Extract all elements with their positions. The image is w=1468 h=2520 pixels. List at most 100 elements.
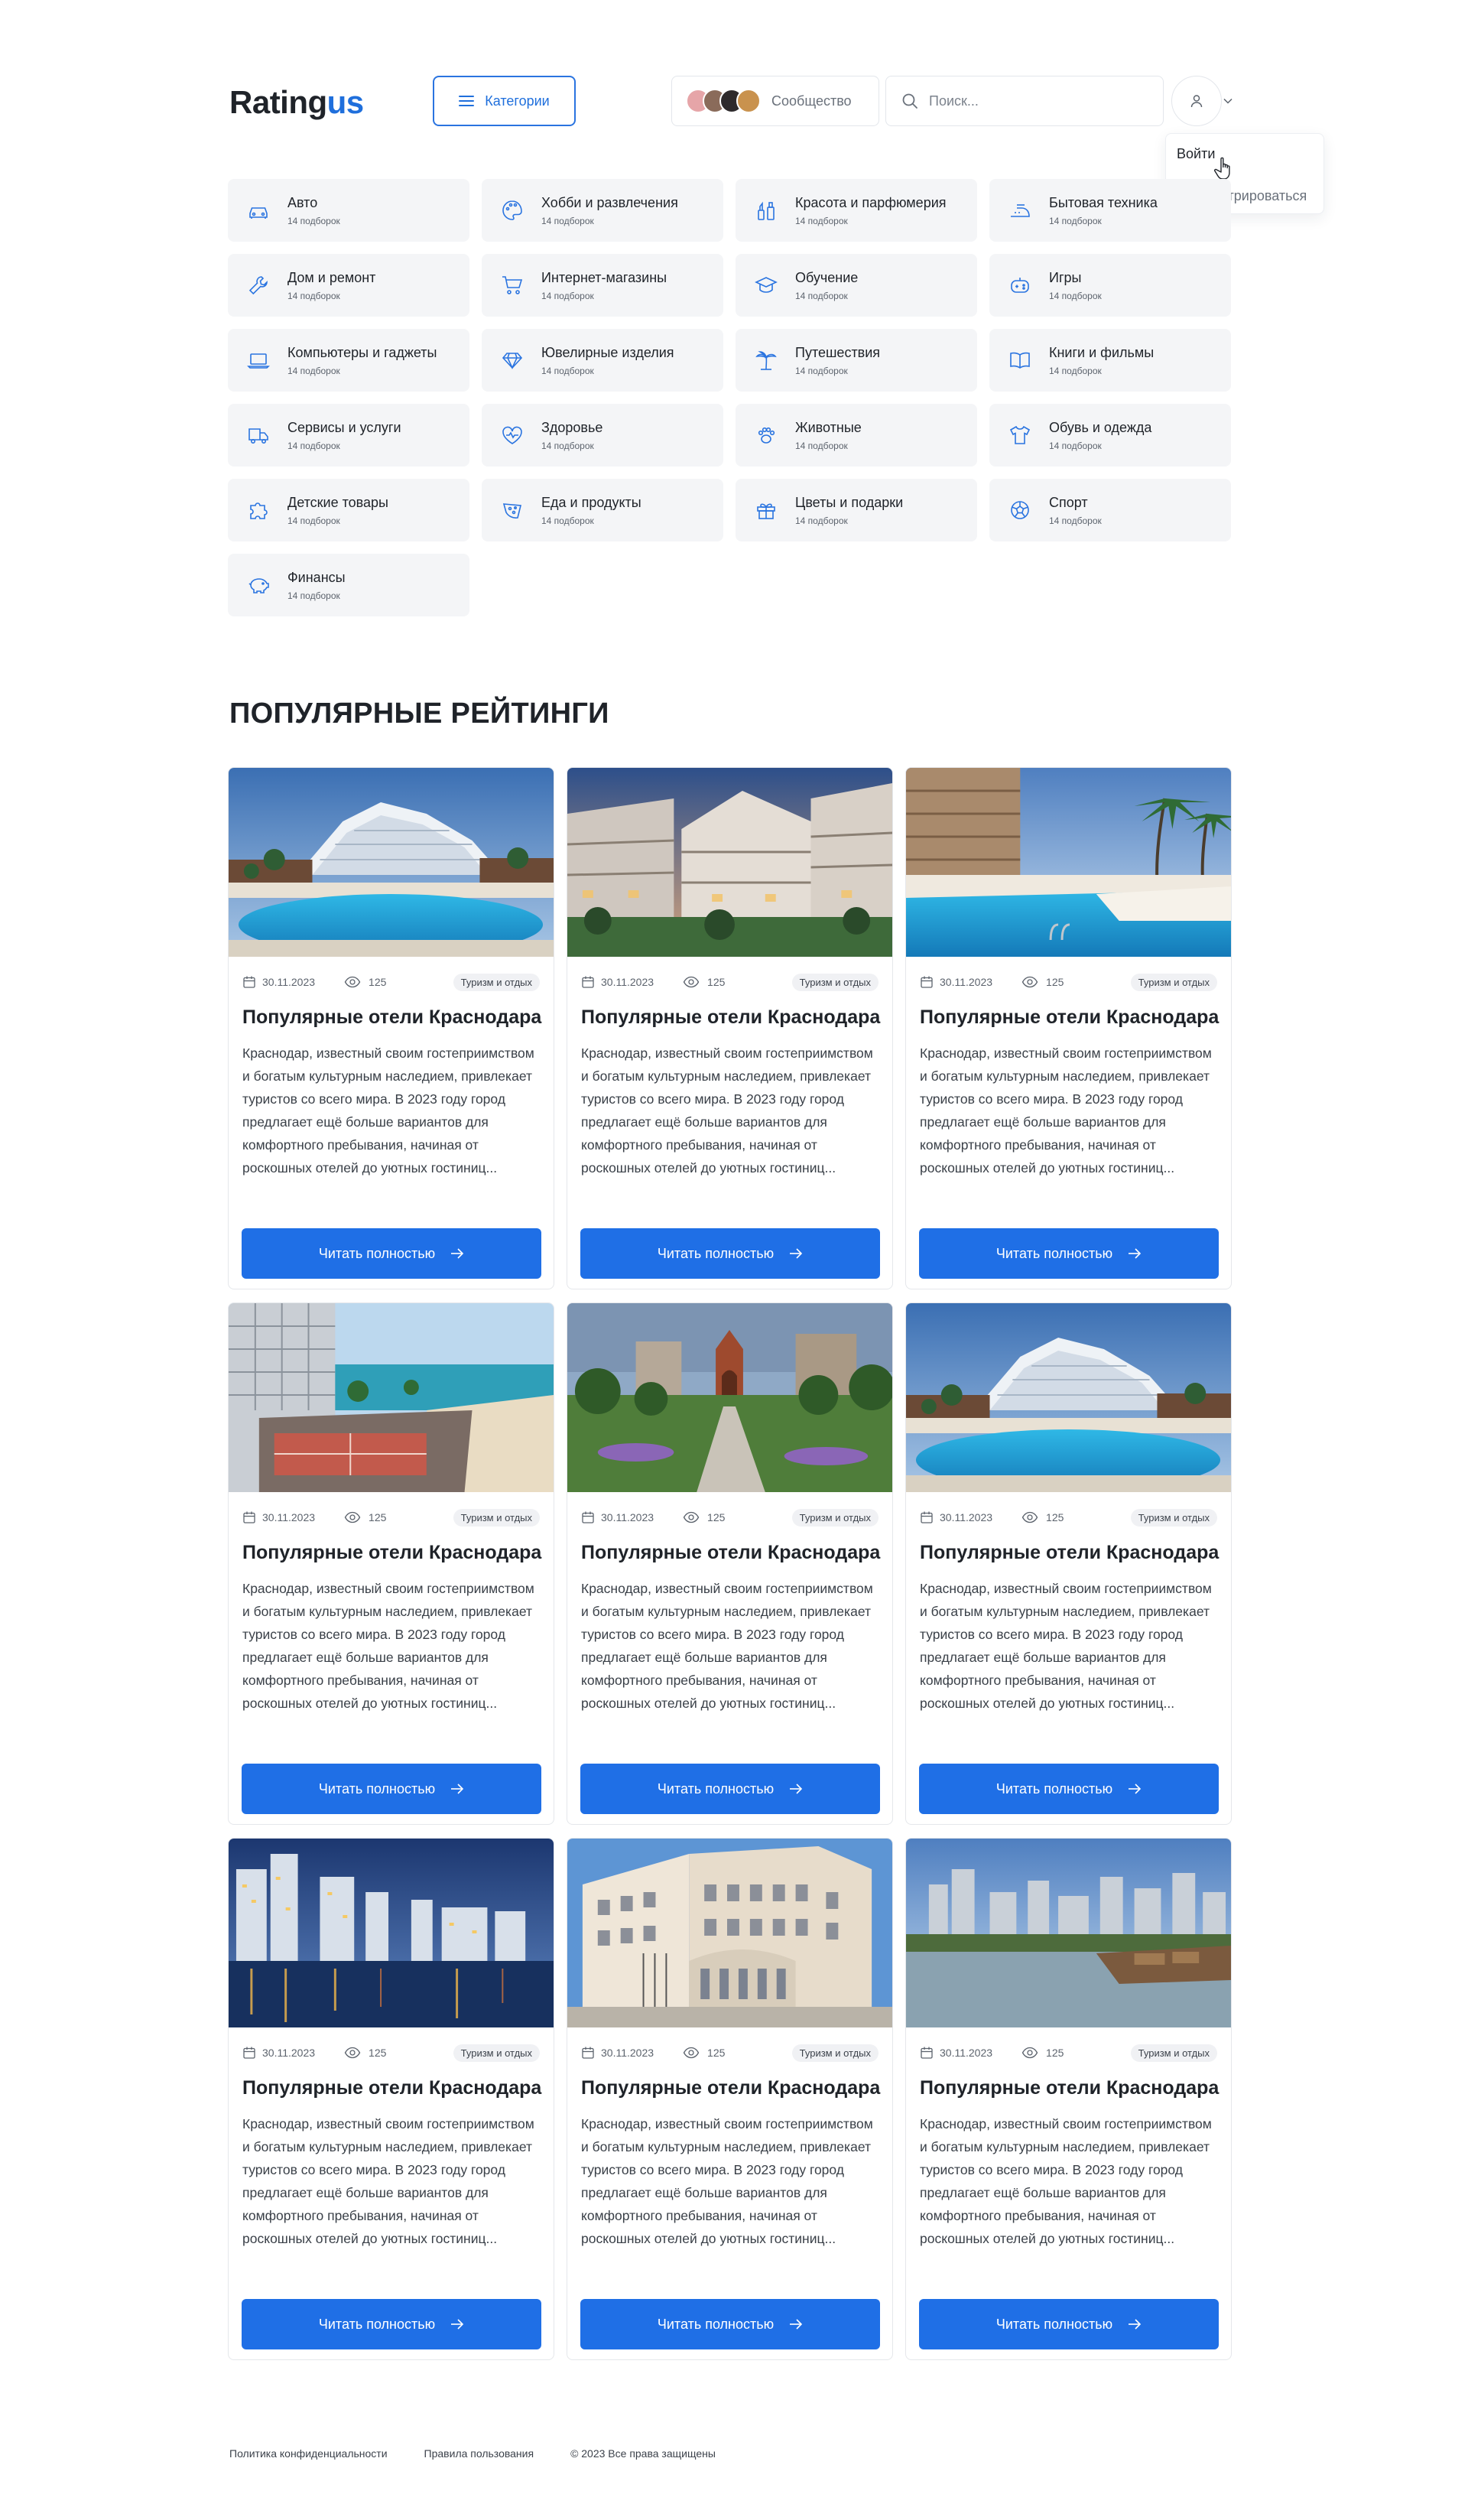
- card-tag[interactable]: Туризм и отдых: [1130, 973, 1217, 991]
- category-tile-kids[interactable]: Детские товары 14 подборок: [228, 479, 469, 541]
- card-image[interactable]: [567, 1303, 892, 1492]
- category-label: Путешествия: [795, 344, 881, 360]
- category-tile-health[interactable]: Здоровье 14 подборок: [482, 404, 723, 467]
- category-tile-services[interactable]: Сервисы и услуги 14 подборок: [228, 404, 469, 467]
- card-excerpt: Краснодар, известный своим гостеприимств…: [920, 2116, 1212, 2246]
- community-button[interactable]: Сообщество: [671, 76, 879, 126]
- category-tile-jewelry[interactable]: Ювелирные изделия 14 подборок: [482, 329, 723, 392]
- category-tile-animals[interactable]: Животные 14 подборок: [736, 404, 977, 467]
- card-title[interactable]: Популярные отели Краснодара: [920, 1006, 1222, 1029]
- piggy-bank-icon: [245, 571, 272, 599]
- category-tile-books[interactable]: Книги и фильмы 14 подборок: [989, 329, 1231, 392]
- read-more-button[interactable]: Читать полностью: [242, 2299, 541, 2349]
- calendar-icon: [921, 976, 933, 988]
- menu-icon: [459, 96, 475, 106]
- login-link[interactable]: Войти: [1177, 146, 1313, 162]
- category-tile-gifts[interactable]: Цветы и подарки 14 подборок: [736, 479, 977, 541]
- search-box[interactable]: [885, 76, 1164, 126]
- category-count: 14 подборок: [795, 365, 848, 376]
- categories-button[interactable]: Категории: [433, 76, 576, 126]
- category-tile-appliances[interactable]: Бытовая техника 14 подборок: [989, 179, 1231, 242]
- truck-icon: [245, 421, 272, 449]
- card-image[interactable]: [906, 1303, 1231, 1492]
- card-image[interactable]: [229, 768, 554, 957]
- read-more-label: Читать полностью: [657, 1245, 775, 1261]
- category-label: Животные: [795, 419, 862, 435]
- category-label: Книги и фильмы: [1049, 344, 1155, 360]
- category-tile-food[interactable]: Еда и продукты 14 подборок: [482, 479, 723, 541]
- card-title[interactable]: Популярные отели Краснодара: [920, 2077, 1222, 2099]
- card-tag[interactable]: Туризм и отдых: [791, 2044, 879, 2062]
- card-tag[interactable]: Туризм и отдых: [1130, 2044, 1217, 2062]
- read-more-label: Читать полностью: [318, 2316, 436, 2332]
- eye-icon: [683, 2047, 700, 2059]
- category-tile-hobby[interactable]: Хобби и развлечения 14 подборок: [482, 179, 723, 242]
- card-date: 30.11.2023: [262, 2047, 316, 2059]
- card-tag[interactable]: Туризм и отдых: [453, 973, 540, 991]
- category-tile-home[interactable]: Дом и ремонт 14 подборок: [228, 254, 469, 317]
- card-tag[interactable]: Туризм и отдых: [453, 1508, 540, 1527]
- category-tile-travel[interactable]: Путешествия 14 подборок: [736, 329, 977, 392]
- category-tile-eshops[interactable]: Интернет-магазины 14 подборок: [482, 254, 723, 317]
- card-views: 125: [369, 2047, 387, 2059]
- rating-card: 30.11.2023 125 Туризм и отдых Популярные…: [567, 1302, 893, 1825]
- card-image[interactable]: [229, 1303, 554, 1492]
- card-title[interactable]: Популярные отели Краснодара: [242, 1006, 544, 1029]
- user-account-button[interactable]: [1171, 76, 1222, 126]
- user-icon: [1190, 95, 1203, 108]
- card-tag[interactable]: Туризм и отдых: [791, 973, 879, 991]
- category-label: Еда и продукты: [541, 494, 641, 510]
- palette-icon: [499, 197, 526, 224]
- category-tile-clothes[interactable]: Обувь и одежда 14 подборок: [989, 404, 1231, 467]
- card-title[interactable]: Популярные отели Краснодара: [581, 2077, 883, 2099]
- card-meta: 30.11.2023 125 Туризм и отдых: [242, 973, 540, 991]
- card-image[interactable]: [906, 768, 1231, 957]
- read-more-button[interactable]: Читать полностью: [919, 1228, 1219, 1279]
- category-tile-beauty[interactable]: Красота и парфюмерия 14 подборок: [736, 179, 977, 242]
- read-more-button[interactable]: Читать полностью: [242, 1764, 541, 1814]
- privacy-policy-link[interactable]: Политика конфиденциальности: [229, 2447, 388, 2460]
- card-image[interactable]: [567, 1839, 892, 2027]
- category-tile-education[interactable]: Обучение 14 подборок: [736, 254, 977, 317]
- card-image[interactable]: [567, 768, 892, 957]
- category-label: Цветы и подарки: [795, 494, 904, 510]
- category-tile-finance[interactable]: Финансы 14 подборок: [228, 554, 469, 616]
- section-title: ПОПУЛЯРНЫЕ РЕЙТИНГИ: [229, 697, 609, 730]
- search-input[interactable]: [929, 93, 1143, 109]
- read-more-button[interactable]: Читать полностью: [919, 2299, 1219, 2349]
- community-avatars: [686, 89, 761, 113]
- category-label: Обучение: [795, 269, 859, 285]
- read-more-button[interactable]: Читать полностью: [580, 1764, 880, 1814]
- wrench-icon: [245, 272, 272, 299]
- card-title[interactable]: Популярные отели Краснодара: [581, 1542, 883, 1564]
- card-title[interactable]: Популярные отели Краснодара: [242, 1542, 544, 1564]
- category-tile-auto[interactable]: Авто 14 подборок: [228, 179, 469, 242]
- card-title[interactable]: Популярные отели Краснодара: [242, 2077, 544, 2099]
- gift-icon: [752, 496, 780, 524]
- category-tile-games[interactable]: Игры 14 подборок: [989, 254, 1231, 317]
- card-tag[interactable]: Туризм и отдых: [791, 1508, 879, 1527]
- card-image[interactable]: [906, 1839, 1231, 2027]
- card-image[interactable]: [229, 1839, 554, 2027]
- read-more-button[interactable]: Читать полностью: [580, 1228, 880, 1279]
- card-meta: 30.11.2023 125 Туризм и отдых: [242, 2044, 540, 2062]
- card-date: 30.11.2023: [601, 1511, 654, 1523]
- read-more-button[interactable]: Читать полностью: [919, 1764, 1219, 1814]
- card-excerpt: Краснодар, известный своим гостеприимств…: [581, 1045, 873, 1175]
- card-title[interactable]: Популярные отели Краснодара: [920, 1542, 1222, 1564]
- card-tag[interactable]: Туризм и отдых: [1130, 1508, 1217, 1527]
- car-icon: [245, 197, 272, 224]
- logo[interactable]: Ratingus: [229, 84, 364, 121]
- read-more-button[interactable]: Читать полностью: [580, 2299, 880, 2349]
- read-more-button[interactable]: Читать полностью: [242, 1228, 541, 1279]
- arrow-right-icon: [790, 1784, 803, 1794]
- card-title[interactable]: Популярные отели Краснодара: [581, 1006, 883, 1029]
- palm-tree-icon: [752, 346, 780, 374]
- chevron-down-icon[interactable]: [1220, 93, 1236, 109]
- category-tile-sport[interactable]: Спорт 14 подборок: [989, 479, 1231, 541]
- gamepad-icon: [1006, 272, 1034, 299]
- read-more-label: Читать полностью: [318, 1780, 436, 1797]
- card-tag[interactable]: Туризм и отдых: [453, 2044, 540, 2062]
- terms-link[interactable]: Правила пользования: [424, 2447, 534, 2460]
- category-tile-computers[interactable]: Компьютеры и гаджеты 14 подборок: [228, 329, 469, 392]
